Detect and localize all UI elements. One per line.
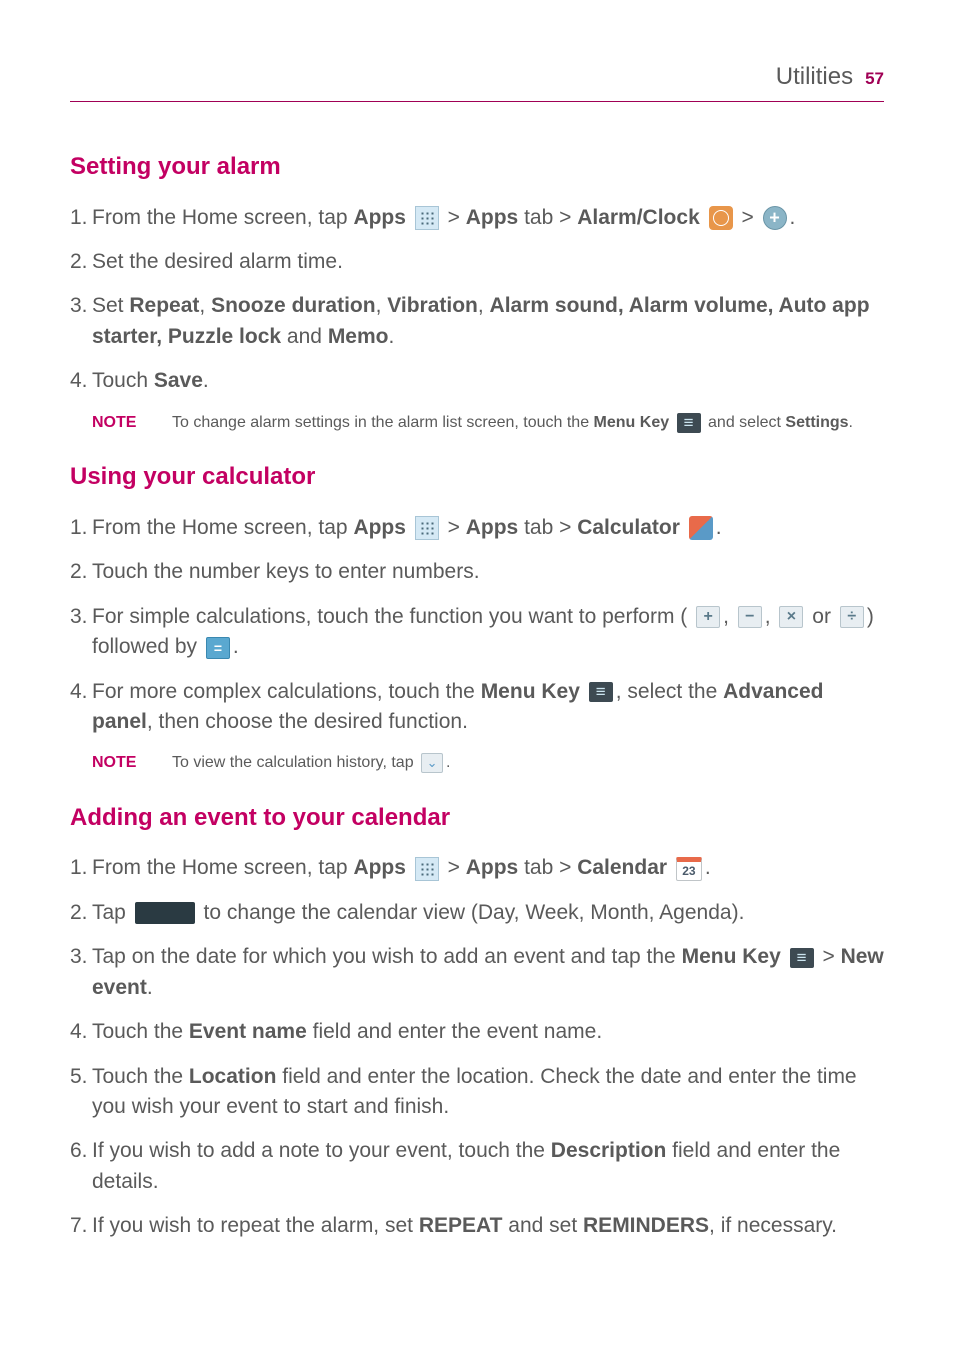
plus-button-icon: + xyxy=(696,606,720,628)
step-body: If you wish to add a note to your event,… xyxy=(92,1136,884,1197)
note-label: NOTE xyxy=(92,751,172,774)
note: NOTE To change alarm settings in the ala… xyxy=(92,411,884,434)
step: 2. Tap to change the calendar view (Day,… xyxy=(70,898,884,928)
note-body: To change alarm settings in the alarm li… xyxy=(172,411,884,434)
step: 3. Set Repeat, Snooze duration, Vibratio… xyxy=(70,291,884,352)
step-number: 5. xyxy=(70,1062,92,1092)
step: 2. Touch the number keys to enter number… xyxy=(70,557,884,587)
section-name: Utilities xyxy=(776,60,853,95)
apps-icon xyxy=(415,857,439,881)
clock-icon xyxy=(709,206,733,230)
step-body: Tap to change the calendar view (Day, We… xyxy=(92,898,884,928)
step-number: 2. xyxy=(70,557,92,587)
step-body: From the Home screen, tap Apps > Apps ta… xyxy=(92,513,884,543)
step-number: 4. xyxy=(70,1017,92,1047)
view-tab-icon xyxy=(135,902,195,924)
multiply-button-icon: × xyxy=(779,606,803,628)
note-label: NOTE xyxy=(92,411,172,434)
heading-using-calculator: Using your calculator xyxy=(70,460,884,495)
step-body: From the Home screen, tap Apps > Apps ta… xyxy=(92,203,884,233)
step: 1. From the Home screen, tap Apps > Apps… xyxy=(70,853,884,883)
step-body: Set the desired alarm time. xyxy=(92,247,884,277)
page-header: Utilities 57 xyxy=(70,60,884,102)
step-number: 2. xyxy=(70,247,92,277)
calendar-icon: 23 xyxy=(676,857,702,881)
step-number: 7. xyxy=(70,1211,92,1241)
menu-icon xyxy=(790,948,814,968)
step-number: 3. xyxy=(70,291,92,321)
step-number: 1. xyxy=(70,853,92,883)
step-body: Touch the number keys to enter numbers. xyxy=(92,557,884,587)
menu-icon xyxy=(589,682,613,702)
step-number: 4. xyxy=(70,677,92,707)
heading-setting-alarm: Setting your alarm xyxy=(70,150,884,185)
step-number: 1. xyxy=(70,513,92,543)
apps-icon xyxy=(415,206,439,230)
step-body: For simple calculations, touch the funct… xyxy=(92,602,884,663)
equals-button-icon: = xyxy=(206,637,230,659)
step: 3. For simple calculations, touch the fu… xyxy=(70,602,884,663)
plus-icon xyxy=(763,206,787,230)
step: 1. From the Home screen, tap Apps > Apps… xyxy=(70,203,884,233)
minus-button-icon: − xyxy=(738,606,762,628)
divide-button-icon: ÷ xyxy=(840,606,864,628)
step-number: 1. xyxy=(70,203,92,233)
step-body: Touch the Location field and enter the l… xyxy=(92,1062,884,1123)
calculator-icon xyxy=(689,516,713,540)
note: NOTE To view the calculation history, ta… xyxy=(92,751,884,774)
step-number: 3. xyxy=(70,602,92,632)
heading-adding-event: Adding an event to your calendar xyxy=(70,801,884,836)
step: 5. Touch the Location field and enter th… xyxy=(70,1062,884,1123)
step: 4. For more complex calculations, touch … xyxy=(70,677,884,738)
step-number: 6. xyxy=(70,1136,92,1166)
step: 2. Set the desired alarm time. xyxy=(70,247,884,277)
step-body: Tap on the date for which you wish to ad… xyxy=(92,942,884,1003)
step: 4. Touch the Event name field and enter … xyxy=(70,1017,884,1047)
step-body: For more complex calculations, touch the… xyxy=(92,677,884,738)
step: 4. Touch Save. xyxy=(70,366,884,396)
step-body: If you wish to repeat the alarm, set REP… xyxy=(92,1211,884,1241)
step-body: Touch Save. xyxy=(92,366,884,396)
step-body: From the Home screen, tap Apps > Apps ta… xyxy=(92,853,884,883)
chevron-down-icon: ⌄ xyxy=(421,753,443,773)
step-body: Set Repeat, Snooze duration, Vibration, … xyxy=(92,291,884,352)
apps-icon xyxy=(415,516,439,540)
page-number: 57 xyxy=(865,67,884,92)
note-body: To view the calculation history, tap ⌄. xyxy=(172,751,884,774)
step: 3. Tap on the date for which you wish to… xyxy=(70,942,884,1003)
step-body: Touch the Event name field and enter the… xyxy=(92,1017,884,1047)
step: 6. If you wish to add a note to your eve… xyxy=(70,1136,884,1197)
menu-icon xyxy=(677,413,701,433)
step-number: 3. xyxy=(70,942,92,972)
step: 1. From the Home screen, tap Apps > Apps… xyxy=(70,513,884,543)
step-number: 4. xyxy=(70,366,92,396)
step: 7. If you wish to repeat the alarm, set … xyxy=(70,1211,884,1241)
step-number: 2. xyxy=(70,898,92,928)
